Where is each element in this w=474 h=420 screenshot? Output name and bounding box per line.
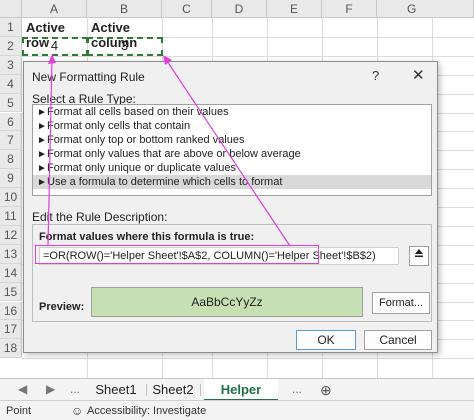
accessibility-status[interactable]: Accessibility: Investigate: [87, 405, 206, 417]
tab-scroll-left-icon[interactable]: ◀: [18, 382, 27, 396]
accessibility-icon[interactable]: ☺: [71, 404, 83, 418]
tab-more-left[interactable]: ...: [70, 382, 80, 396]
tab-sheet1[interactable]: Sheet1: [90, 379, 142, 401]
status-mode: Point: [6, 405, 32, 417]
add-sheet-icon[interactable]: ⊕: [320, 382, 332, 399]
tab-separator: [146, 384, 147, 396]
annotation-arrows: [47, 54, 291, 247]
tab-separator: [200, 384, 201, 396]
status-bar: Point ☺ Accessibility: Investigate: [0, 400, 474, 420]
tab-helper-sheet[interactable]: Helper Sheet: [204, 379, 278, 419]
sheet-tab-bar: ◀ ▶ ... Sheet1 Sheet2 Helper Sheet ... ⊕: [0, 378, 474, 419]
tab-sheet2[interactable]: Sheet2: [150, 379, 196, 401]
tab-scroll-right-icon[interactable]: ▶: [46, 382, 55, 396]
tab-more-right[interactable]: ...: [292, 382, 302, 396]
